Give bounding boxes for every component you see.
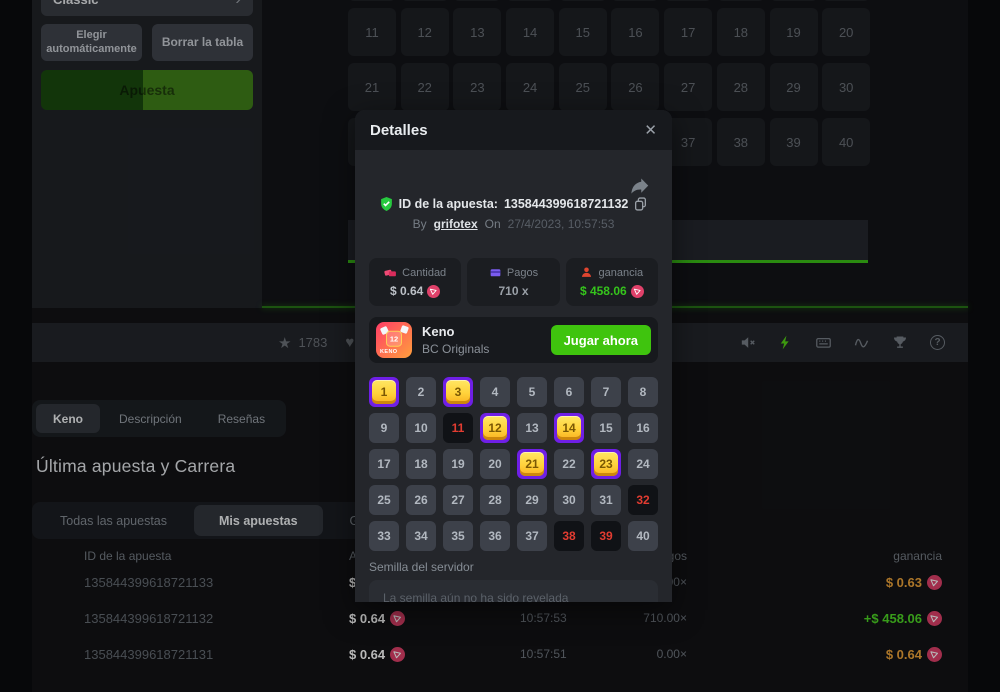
modal-header: Detalles ✕	[355, 110, 672, 150]
stat-label: Pagos	[507, 267, 538, 279]
profit-icon	[580, 266, 593, 279]
bet-id-label: ID de la apuesta:	[399, 197, 498, 211]
result-cell-hit: 12	[480, 413, 510, 443]
stat-label: ganancia	[598, 267, 643, 279]
stat-value: 710 x	[498, 284, 528, 298]
bet-id-value: 135844399618721132	[504, 197, 628, 211]
result-cell: 28	[480, 485, 510, 515]
stat-value: $ 0.64	[390, 284, 440, 298]
result-cell: 36	[480, 521, 510, 551]
result-cell-hit: 1	[369, 377, 399, 407]
result-cell: 5	[517, 377, 547, 407]
coin-icon	[631, 285, 644, 298]
result-cell: 29	[517, 485, 547, 515]
bet-stats-row: Cantidad $ 0.64 Pagos 710 x ganancia $ 458.06	[369, 258, 658, 306]
result-grid: 1234567891011121314151617181920212223242…	[369, 377, 658, 551]
result-cell: 30	[554, 485, 584, 515]
game-card-titles: Keno BC Originals	[422, 324, 489, 356]
result-cell: 25	[369, 485, 399, 515]
result-cell-hit: 21	[517, 449, 547, 479]
server-seed-field[interactable]: La semilla aún no ha sido revelada	[369, 580, 658, 602]
result-cell-miss: 39	[591, 521, 621, 551]
result-cell: 37	[517, 521, 547, 551]
result-cell: 10	[406, 413, 436, 443]
result-cell: 18	[406, 449, 436, 479]
bet-meta-row: By grifotex On 27/4/2023, 10:57:53	[355, 217, 672, 231]
result-cell-hit: 23	[591, 449, 621, 479]
stat-ganancia: ganancia $ 458.06	[566, 258, 658, 306]
result-cell-miss: 38	[554, 521, 584, 551]
result-cell: 35	[443, 521, 473, 551]
game-provider: BC Originals	[422, 342, 489, 356]
result-cell: 13	[517, 413, 547, 443]
on-label: On	[485, 217, 501, 231]
result-cell: 27	[443, 485, 473, 515]
result-cell: 15	[591, 413, 621, 443]
result-cell: 26	[406, 485, 436, 515]
server-seed-label: Semilla del servidor	[369, 560, 474, 574]
bet-id-row: ID de la apuesta: 135844399618721132	[355, 197, 672, 211]
result-cell-miss: 32	[628, 485, 658, 515]
result-cell: 31	[591, 485, 621, 515]
keno-game-icon: 12 KENO	[376, 322, 412, 358]
result-cell: 33	[369, 521, 399, 551]
result-cell: 2	[406, 377, 436, 407]
result-cell-hit: 3	[443, 377, 473, 407]
stat-value: $ 458.06	[580, 284, 644, 298]
result-cell: 19	[443, 449, 473, 479]
amount-icon	[384, 266, 397, 279]
share-icon[interactable]	[629, 176, 650, 197]
username-link[interactable]: grifotex	[434, 217, 478, 231]
result-cell: 4	[480, 377, 510, 407]
play-now-button[interactable]: Jugar ahora	[551, 325, 651, 355]
result-cell: 22	[554, 449, 584, 479]
stat-cantidad: Cantidad $ 0.64	[369, 258, 461, 306]
details-modal: Detalles ✕ ID de la apuesta: 13584439961…	[355, 110, 672, 602]
result-cell: 6	[554, 377, 584, 407]
result-cell: 40	[628, 521, 658, 551]
bet-datetime: 27/4/2023, 10:57:53	[508, 217, 615, 231]
result-cell: 17	[369, 449, 399, 479]
result-cell-miss: 11	[443, 413, 473, 443]
verified-shield-icon	[380, 197, 393, 211]
result-cell: 7	[591, 377, 621, 407]
result-cell: 24	[628, 449, 658, 479]
result-cell: 9	[369, 413, 399, 443]
result-cell-hit: 14	[554, 413, 584, 443]
stat-label: Cantidad	[402, 267, 446, 279]
keno-icon-number: 12	[386, 331, 402, 347]
payout-icon	[489, 266, 502, 279]
game-name: Keno	[422, 324, 489, 339]
copy-icon[interactable]	[634, 197, 647, 211]
result-cell: 16	[628, 413, 658, 443]
close-icon[interactable]: ✕	[644, 121, 657, 139]
stat-pagos: Pagos 710 x	[467, 258, 559, 306]
modal-title: Detalles	[370, 122, 428, 139]
result-cell: 34	[406, 521, 436, 551]
game-card: 12 KENO Keno BC Originals Jugar ahora	[369, 317, 658, 363]
result-cell: 8	[628, 377, 658, 407]
keno-icon-text: KENO	[380, 349, 398, 355]
coin-icon	[427, 285, 440, 298]
result-cell: 20	[480, 449, 510, 479]
by-label: By	[413, 217, 427, 231]
